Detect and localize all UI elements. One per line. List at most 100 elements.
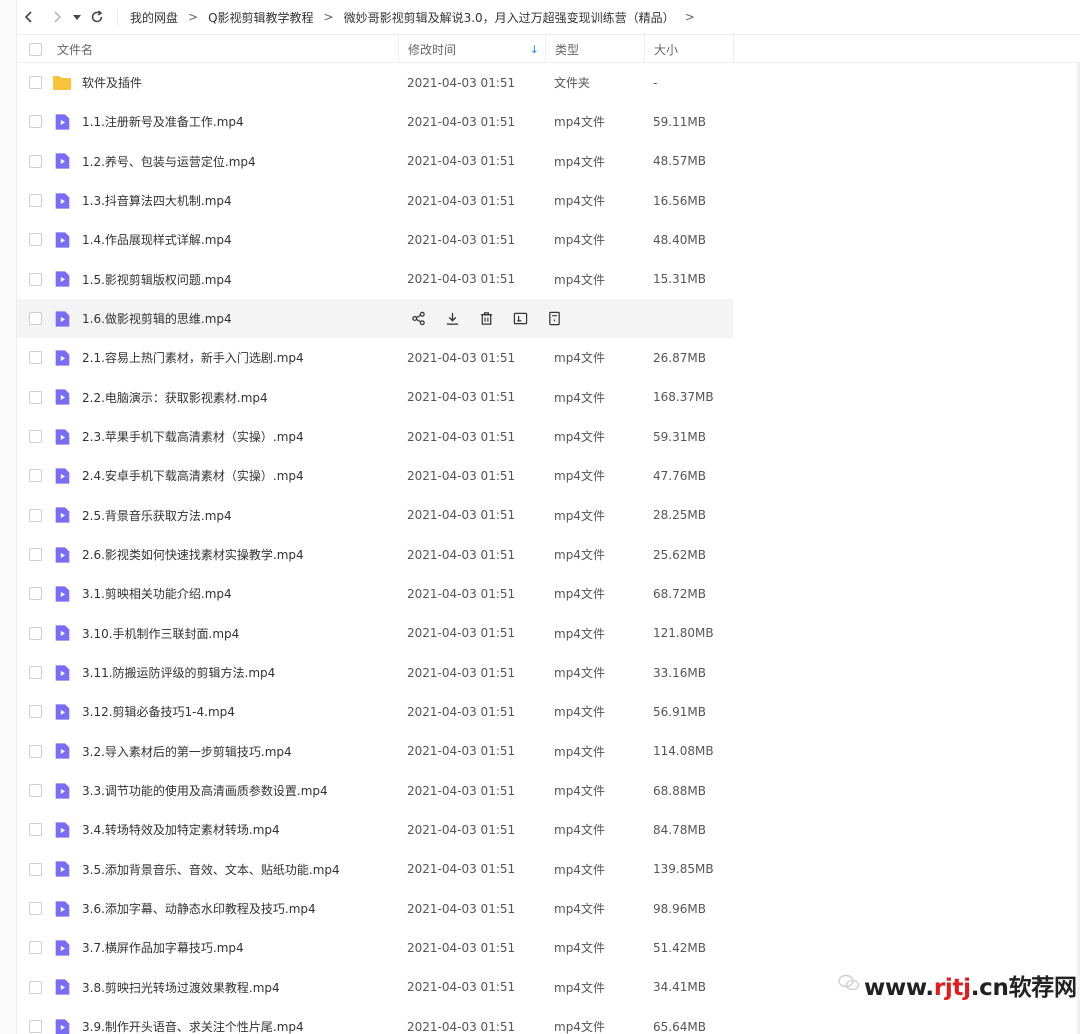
table-row[interactable]: 1.1.注册新号及准备工作.mp4 2021-04-03 01:51 mp4文件 59…	[17, 102, 1080, 141]
column-header-size[interactable]: 大小	[644, 35, 733, 63]
row-checkbox[interactable]	[29, 76, 42, 90]
table-row[interactable]: 3.5.添加背景音乐、音效、文本、贴纸功能.mp4 2021-04-03 01:5…	[17, 850, 1080, 889]
breadcrumb-item-root[interactable]: 我的网盘	[117, 8, 178, 26]
row-checkbox[interactable]	[29, 823, 42, 837]
table-row[interactable]: 1.6.做影视剪辑的思维.mp4	[17, 298, 733, 339]
file-name-cell[interactable]: 1.4.作品展现样式详解.mp4	[52, 220, 232, 259]
file-name-cell[interactable]: 3.10.手机制作三联封面.mp4	[52, 614, 239, 653]
table-row[interactable]: 1.3.抖音算法四大机制.mp4 2021-04-03 01:51 mp4文件 16.…	[17, 181, 1080, 220]
table-row[interactable]: 3.1.剪映相关功能介绍.mp4 2021-04-03 01:51 mp4文件 68.…	[17, 574, 1080, 613]
file-name-cell[interactable]: 3.1.剪映相关功能介绍.mp4	[52, 574, 232, 613]
file-name-cell[interactable]: 3.5.添加背景音乐、音效、文本、贴纸功能.mp4	[52, 850, 340, 889]
file-name-cell[interactable]: 3.7.横屏作品加字幕技巧.mp4	[52, 928, 244, 967]
row-checkbox[interactable]	[29, 705, 42, 719]
delete-button[interactable]	[476, 309, 496, 329]
row-checkbox[interactable]	[29, 154, 42, 168]
row-checkbox[interactable]	[29, 941, 42, 955]
table-row[interactable]: 3.10.手机制作三联封面.mp4 2021-04-03 01:51 mp4文件 12…	[17, 614, 1080, 653]
table-row[interactable]: 2.1.容易上热门素材，新手入门选剧.mp4 2021-04-03 01:51 mp…	[17, 338, 1080, 377]
file-name[interactable]: 2.1.容易上热门素材，新手入门选剧.mp4	[82, 349, 304, 366]
select-all-checkbox[interactable]	[29, 42, 42, 56]
file-name[interactable]: 3.7.横屏作品加字幕技巧.mp4	[82, 939, 244, 956]
file-name-cell[interactable]: 3.6.添加字幕、动静态水印教程及技巧.mp4	[52, 889, 316, 928]
breadcrumb-item-current[interactable]: 微妙哥影视剪辑及解说3.0，月入过万超强变现训练营（精品）	[344, 9, 675, 26]
column-header-name[interactable]: 文件名	[57, 35, 397, 63]
row-checkbox[interactable]	[29, 390, 42, 404]
file-name-cell[interactable]: 2.4.安卓手机下载高清素材（实操）.mp4	[52, 456, 304, 495]
file-name[interactable]: 2.3.苹果手机下载高清素材（实操）.mp4	[82, 428, 304, 445]
column-header-modified[interactable]: 修改时间 ↓	[398, 35, 545, 63]
file-name[interactable]: 3.1.剪映相关功能介绍.mp4	[82, 585, 232, 602]
table-row[interactable]: 软件及插件 2021-04-03 01:51 文件夹 -	[17, 63, 1080, 102]
file-name[interactable]: 3.6.添加字幕、动静态水印教程及技巧.mp4	[82, 900, 316, 917]
forward-button[interactable]	[45, 5, 69, 29]
more-button[interactable]	[544, 309, 564, 329]
file-name-cell[interactable]: 1.6.做影视剪辑的思维.mp4	[52, 299, 232, 338]
row-checkbox[interactable]	[29, 430, 42, 444]
file-name[interactable]: 3.9.制作开头语音、求关注个性片尾.mp4	[82, 1018, 304, 1034]
table-row[interactable]: 2.5.背景音乐获取方法.mp4 2021-04-03 01:51 mp4文件 28.…	[17, 496, 1080, 535]
column-header-type[interactable]: 类型	[545, 35, 644, 63]
file-name-cell[interactable]: 3.9.制作开头语音、求关注个性片尾.mp4	[52, 1007, 304, 1034]
file-name[interactable]: 2.6.影视类如何快速找素材实操教学.mp4	[82, 546, 304, 563]
share-button[interactable]	[408, 309, 428, 329]
table-row[interactable]: 3.2.导入素材后的第一步剪辑技巧.mp4 2021-04-03 01:51 mp4…	[17, 732, 1080, 771]
file-name-cell[interactable]: 软件及插件	[52, 63, 142, 102]
file-name-cell[interactable]: 2.6.影视类如何快速找素材实操教学.mp4	[52, 535, 304, 574]
rename-button[interactable]	[510, 309, 530, 329]
file-name[interactable]: 3.8.剪映扫光转场过渡效果教程.mp4	[82, 979, 280, 996]
row-checkbox[interactable]	[29, 548, 42, 562]
row-checkbox[interactable]	[29, 233, 42, 247]
table-row[interactable]: 2.6.影视类如何快速找素材实操教学.mp4 2021-04-03 01:51 mp…	[17, 535, 1080, 574]
file-name[interactable]: 1.6.做影视剪辑的思维.mp4	[82, 310, 232, 327]
file-name-cell[interactable]: 2.1.容易上热门素材，新手入门选剧.mp4	[52, 338, 304, 377]
file-name[interactable]: 3.3.调节功能的使用及高清画质参数设置.mp4	[82, 782, 328, 799]
table-row[interactable]: 3.6.添加字幕、动静态水印教程及技巧.mp4 2021-04-03 01:51 m…	[17, 889, 1080, 928]
row-checkbox[interactable]	[29, 351, 42, 365]
file-name-cell[interactable]: 2.2.电脑演示：获取影视素材.mp4	[52, 378, 268, 417]
table-row[interactable]: 2.3.苹果手机下载高清素材（实操）.mp4 2021-04-03 01:51 mp…	[17, 417, 1080, 456]
row-checkbox[interactable]	[29, 784, 42, 798]
row-checkbox[interactable]	[29, 508, 42, 522]
table-row[interactable]: 3.9.制作开头语音、求关注个性片尾.mp4 2021-04-03 01:51 mp…	[17, 1007, 1080, 1034]
file-name[interactable]: 3.2.导入素材后的第一步剪辑技巧.mp4	[82, 743, 292, 760]
file-name[interactable]: 软件及插件	[82, 74, 142, 91]
file-name[interactable]: 1.4.作品展现样式详解.mp4	[82, 231, 232, 248]
file-name-cell[interactable]: 1.1.注册新号及准备工作.mp4	[52, 102, 244, 141]
breadcrumb-item-course[interactable]: Q影视剪辑教学教程	[208, 9, 313, 26]
table-row[interactable]: 1.2.养号、包装与运营定位.mp4 2021-04-03 01:51 mp4文件 4…	[17, 142, 1080, 181]
file-name-cell[interactable]: 3.3.调节功能的使用及高清画质参数设置.mp4	[52, 771, 328, 810]
file-name-cell[interactable]: 1.5.影视剪辑版权问题.mp4	[52, 260, 232, 299]
row-checkbox[interactable]	[29, 980, 42, 994]
row-checkbox[interactable]	[29, 666, 42, 680]
file-name[interactable]: 3.10.手机制作三联封面.mp4	[82, 625, 239, 642]
row-checkbox[interactable]	[29, 587, 42, 601]
file-name[interactable]: 1.5.影视剪辑版权问题.mp4	[82, 271, 232, 288]
file-name-cell[interactable]: 2.3.苹果手机下载高清素材（实操）.mp4	[52, 417, 304, 456]
row-checkbox[interactable]	[29, 744, 42, 758]
file-name[interactable]: 2.2.电脑演示：获取影视素材.mp4	[82, 389, 268, 406]
row-checkbox[interactable]	[29, 272, 42, 286]
table-row[interactable]: 1.5.影视剪辑版权问题.mp4 2021-04-03 01:51 mp4文件 15.…	[17, 260, 1080, 299]
row-checkbox[interactable]	[29, 626, 42, 640]
row-checkbox[interactable]	[29, 312, 42, 326]
file-name-cell[interactable]: 3.2.导入素材后的第一步剪辑技巧.mp4	[52, 732, 292, 771]
file-name-cell[interactable]: 3.12.剪辑必备技巧1-4.mp4	[52, 692, 235, 731]
file-name-cell[interactable]: 3.8.剪映扫光转场过渡效果教程.mp4	[52, 968, 280, 1007]
download-button[interactable]	[442, 309, 462, 329]
file-name-cell[interactable]: 2.5.背景音乐获取方法.mp4	[52, 496, 232, 535]
file-name[interactable]: 1.3.抖音算法四大机制.mp4	[82, 192, 232, 209]
table-row[interactable]: 1.4.作品展现样式详解.mp4 2021-04-03 01:51 mp4文件 48.…	[17, 220, 1080, 259]
row-checkbox[interactable]	[29, 862, 42, 876]
file-name-cell[interactable]: 3.11.防搬运防评级的剪辑方法.mp4	[52, 653, 275, 692]
table-row[interactable]: 3.7.横屏作品加字幕技巧.mp4 2021-04-03 01:51 mp4文件 51…	[17, 928, 1080, 967]
file-name-cell[interactable]: 1.3.抖音算法四大机制.mp4	[52, 181, 232, 220]
table-row[interactable]: 3.12.剪辑必备技巧1-4.mp4 2021-04-03 01:51 mp4文件 5…	[17, 692, 1080, 731]
file-name[interactable]: 3.11.防搬运防评级的剪辑方法.mp4	[82, 664, 275, 681]
file-name[interactable]: 3.5.添加背景音乐、音效、文本、贴纸功能.mp4	[82, 861, 340, 878]
row-checkbox[interactable]	[29, 469, 42, 483]
refresh-button[interactable]	[85, 5, 109, 29]
table-row[interactable]: 2.2.电脑演示：获取影视素材.mp4 2021-04-03 01:51 mp4文件…	[17, 378, 1080, 417]
table-row[interactable]: 3.4.转场特效及加特定素材转场.mp4 2021-04-03 01:51 mp4文…	[17, 810, 1080, 849]
row-checkbox[interactable]	[29, 1020, 42, 1034]
